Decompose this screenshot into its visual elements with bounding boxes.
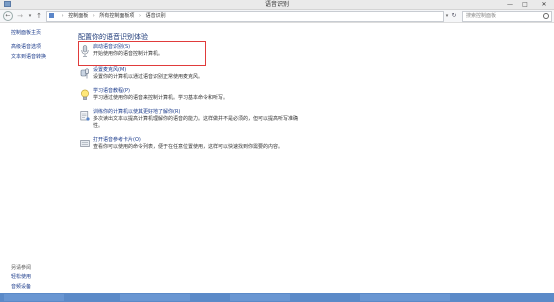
sidebar-link-advanced-speech-options[interactable]: 高级语音选项	[11, 44, 41, 51]
highlight-box	[78, 41, 206, 66]
breadcrumb-separator: ›	[139, 13, 141, 19]
sidebar: 控制面板主页 高级语音选项 文本到语音转换 另请参阅 轻松使用 音频设备	[0, 23, 70, 293]
speech-reference-card-desc: 查看你可以使用的命令列表，便于在任意位置使用，这样可以快速找到你需要的内容。	[93, 144, 284, 150]
taskbar-button[interactable]	[360, 294, 450, 301]
title-bar: 语音识别 — □ ✕	[0, 0, 554, 10]
maximize-button[interactable]: □	[518, 0, 532, 9]
sidebar-link-audio-devices[interactable]: 音频设备	[11, 284, 31, 291]
search-placeholder: 搜索控制面板	[466, 13, 497, 19]
sidebar-link-ease-of-access[interactable]: 轻松使用	[11, 274, 31, 281]
control-panel-icon	[49, 13, 54, 18]
speech-tutorial-link[interactable]: 学习语音教程(P)	[93, 88, 130, 95]
forward-button[interactable]: →	[15, 11, 25, 21]
train-computer-desc-continued: 性。	[93, 123, 104, 129]
set-up-microphone-link[interactable]: 设置麦克风(M)	[93, 67, 126, 74]
microphone-setup-icon	[80, 68, 89, 79]
minimize-button[interactable]: —	[503, 0, 517, 9]
sidebar-link-control-panel-home[interactable]: 控制面板主页	[11, 30, 41, 37]
window-title: 语音识别	[264, 1, 289, 8]
search-icon[interactable]	[543, 13, 549, 19]
refresh-button[interactable]: ↻	[450, 12, 458, 20]
see-also-heading: 另请参阅	[11, 265, 32, 271]
taskbar-button[interactable]	[4, 294, 64, 301]
address-field[interactable]: › 控制面板 › 所有控制面板项 › 语音识别	[46, 11, 444, 22]
speech-reference-card-link[interactable]: 打开语音参考卡片(O)	[93, 137, 141, 144]
taskbar	[0, 293, 554, 302]
train-computer-desc: 多次读出文本以提高计算机理解你的语音的能力。这样做并不是必须的，但可以提高听写准…	[93, 116, 299, 122]
taskbar-button[interactable]	[120, 294, 190, 301]
breadcrumb-control-panel[interactable]: 控制面板	[68, 13, 88, 19]
speech-tutorial-desc: 学习通过使用你的语音来控制计算机。学习基本命令和听写。	[93, 95, 229, 101]
close-button[interactable]: ✕	[535, 0, 553, 9]
search-input[interactable]: 搜索控制面板	[462, 11, 552, 22]
back-button[interactable]: ←	[3, 11, 13, 21]
reference-card-icon	[80, 140, 90, 147]
set-up-microphone-desc: 设置你的计算机以通过语音识别正常使用麦克风。	[93, 74, 204, 80]
breadcrumb-separator: ›	[61, 13, 64, 19]
sidebar-link-text-to-speech[interactable]: 文本到语音转换	[11, 54, 46, 61]
address-bar: ← → ▾ ↑ › 控制面板 › 所有控制面板项 › 语音识别 ▾ ↻ 搜索控制…	[0, 10, 554, 23]
train-computer-link[interactable]: 训练你的计算机以使其更好地了解你(R)	[93, 109, 180, 116]
breadcrumb-all-items[interactable]: 所有控制面板项	[99, 13, 134, 19]
breadcrumb-separator: ›	[92, 13, 95, 19]
lightbulb-icon	[81, 89, 89, 100]
breadcrumb-speech-recognition[interactable]: 语音识别	[146, 13, 166, 19]
train-speech-icon	[80, 111, 90, 121]
taskbar-button[interactable]	[230, 294, 290, 301]
up-button[interactable]: ↑	[34, 11, 44, 21]
